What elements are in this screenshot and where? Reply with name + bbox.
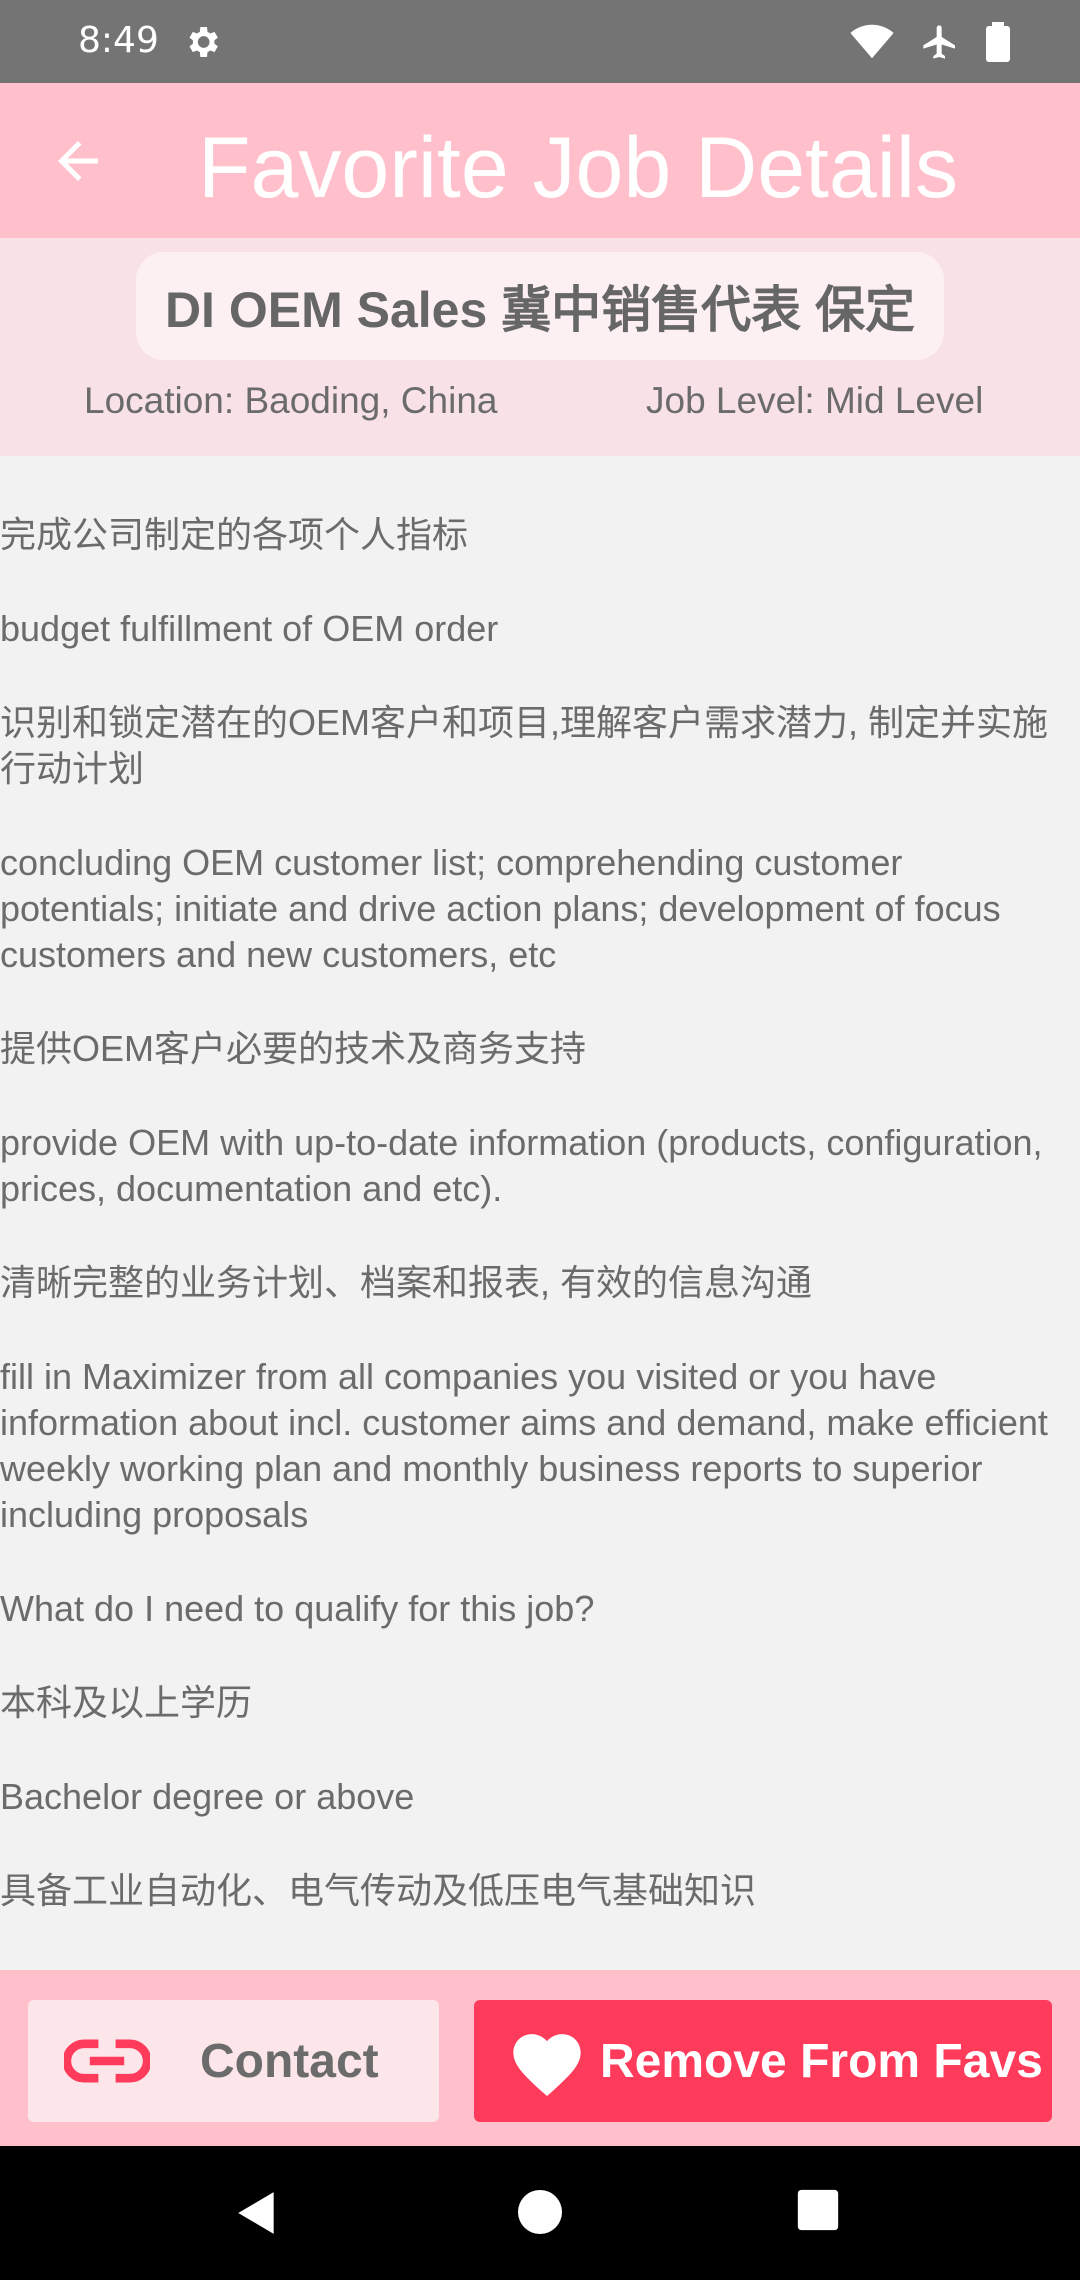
nav-back-icon[interactable]: [232, 2188, 282, 2238]
status-time: 8:49: [78, 20, 159, 61]
wifi-icon: [850, 24, 894, 59]
job-header: DI OEM Sales 冀中销售代表 保定 Location: Baoding…: [0, 238, 1080, 456]
bottom-action-bar: Contact Remove From Favs: [0, 1970, 1080, 2146]
remove-from-favs-label: Remove From Favs: [600, 2034, 1043, 2088]
description-paragraph: 识别和锁定潜在的OEM客户和项目,理解客户需求潜力, 制定并实施行动计划: [0, 702, 1049, 789]
app-bar: Favorite Job Details: [0, 83, 1080, 238]
nav-home-icon[interactable]: [516, 2188, 564, 2236]
description-paragraph: 本科及以上学历: [0, 1682, 253, 1723]
contact-button[interactable]: Contact: [28, 2000, 439, 2122]
job-location: Location: Baoding, China: [84, 380, 498, 421]
contact-label: Contact: [200, 2034, 379, 2088]
description-paragraph: fill in Maximizer from all companies you…: [0, 1356, 1048, 1535]
battery-icon: [986, 22, 1010, 62]
description-paragraph: Bachelor degree or above: [0, 1776, 415, 1817]
job-level: Job Level: Mid Level: [646, 380, 984, 421]
description-paragraph: budget fulfillment of OEM order: [0, 608, 499, 649]
system-nav-bar: [0, 2146, 1080, 2280]
job-title: DI OEM Sales 冀中销售代表 保定: [136, 252, 944, 360]
description-paragraph: provide OEM with up-to-date information …: [0, 1122, 1043, 1209]
description-paragraph: What do I need to qualify for this job?: [0, 1588, 595, 1629]
remove-from-favs-button[interactable]: Remove From Favs: [474, 2000, 1052, 2122]
heart-icon: [513, 2034, 581, 2096]
back-arrow-icon[interactable]: [48, 131, 108, 191]
description-paragraph: 清晰完整的业务计划、档案和报表, 有效的信息沟通: [0, 1262, 813, 1303]
description-paragraph: 提供OEM客户必要的技术及商务支持: [0, 1028, 587, 1069]
link-icon: [64, 2039, 150, 2083]
job-description[interactable]: 完成公司制定的各项个人指标 budget fulfillment of OEM …: [0, 456, 1080, 1970]
description-paragraph: 完成公司制定的各项个人指标: [0, 514, 469, 555]
status-bar: 8:49: [0, 0, 1080, 83]
description-paragraph: concluding OEM customer list; comprehend…: [0, 842, 1001, 975]
description-paragraph: 具备工业自动化、电气传动及低压电气基础知识: [0, 1870, 757, 1911]
airplane-mode-icon: [923, 25, 955, 59]
nav-recents-icon[interactable]: [796, 2188, 840, 2232]
settings-gear-icon: [189, 27, 218, 57]
page-title: Favorite Job Details: [198, 120, 958, 216]
